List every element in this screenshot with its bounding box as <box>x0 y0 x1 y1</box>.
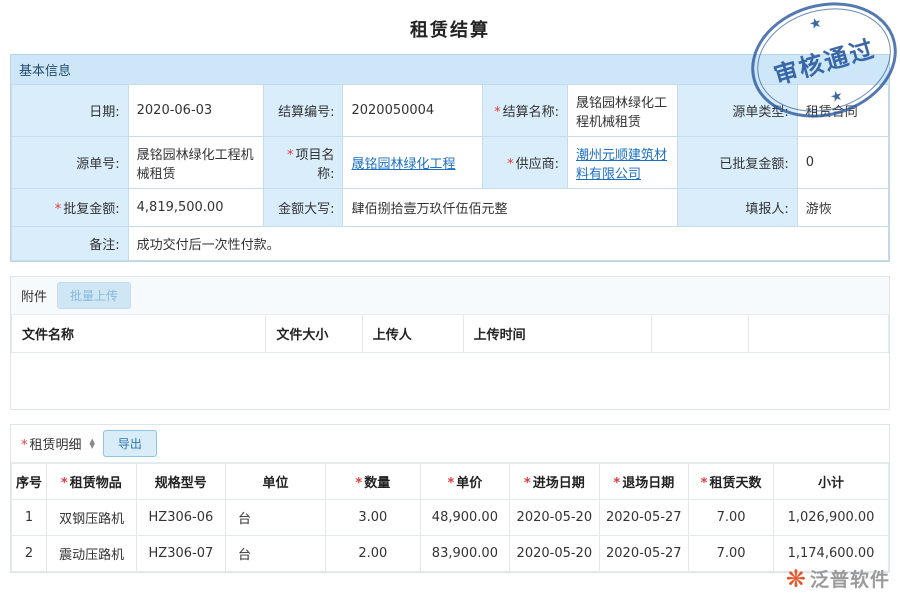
attachments-header: 附件 批量上传 <box>11 277 889 315</box>
reporter-value: 游恢 <box>797 189 888 227</box>
project-name-value: 晟铭园林绿化工程 <box>343 137 482 189</box>
attachments-empty-body <box>11 353 889 409</box>
col-item: *租赁物品 <box>47 464 136 500</box>
remark-value: 成功交付后一次性付款。 <box>128 227 888 261</box>
fanpu-logo-text: 泛普软件 <box>810 565 890 592</box>
table-row: 1 双钢压路机 HZ306-06 台 3.00 48,900.00 2020-0… <box>12 500 889 536</box>
col-days: *租赁天数 <box>689 464 774 500</box>
reporter-label: 填报人: <box>677 189 797 227</box>
rental-detail-table: 序号 *租赁物品 规格型号 单位 *数量 *单价 *进场日期 *退场日期 *租赁… <box>11 463 889 572</box>
basic-info-table: 日期: 2020-06-03 结算编号: 2020050004 *结算名称: 晟… <box>11 84 889 261</box>
settlement-name-label: *结算名称: <box>482 85 567 137</box>
approval-amount-label: *批复金额: <box>12 189 129 227</box>
date-label: 日期: <box>12 85 129 137</box>
col-in-date: *进场日期 <box>510 464 599 500</box>
cell-model: HZ306-07 <box>136 536 225 572</box>
attachments-section: 附件 批量上传 文件名称 文件大小 上传人 上传时间 <box>10 276 890 410</box>
col-seq: 序号 <box>12 464 47 500</box>
approved-amount-label: 已批复金额: <box>677 137 797 189</box>
cell-qty: 2.00 <box>325 536 420 572</box>
rental-detail-section: *租赁明细 ▲▼ 导出 序号 *租赁物品 规格型号 单位 *数量 *单价 *进场… <box>10 424 890 573</box>
vendor-watermark: ❋ 泛普软件 <box>786 565 890 592</box>
col-subtotal: 小计 <box>774 464 889 500</box>
cell-unit: 台 <box>225 500 325 536</box>
supplier-link[interactable]: 潮州元顺建筑材料有限公司 <box>576 148 667 182</box>
batch-upload-button[interactable]: 批量上传 <box>57 282 131 309</box>
attachments-table: 文件名称 文件大小 上传人 上传时间 <box>11 315 889 353</box>
cell-in-date: 2020-05-20 <box>510 536 599 572</box>
col-model: 规格型号 <box>136 464 225 500</box>
cell-days: 7.00 <box>689 536 774 572</box>
cell-model: HZ306-06 <box>136 500 225 536</box>
cell-seq: 1 <box>12 500 47 536</box>
attachments-title: 附件 <box>21 286 47 305</box>
cell-price: 83,900.00 <box>420 536 509 572</box>
cell-unit: 台 <box>225 536 325 572</box>
cell-item: 震动压路机 <box>47 536 136 572</box>
cell-price: 48,900.00 <box>420 500 509 536</box>
sort-icon[interactable]: ▲▼ <box>90 439 95 449</box>
table-row: 2 震动压路机 HZ306-07 台 2.00 83,900.00 2020-0… <box>12 536 889 572</box>
att-col-file-name: 文件名称 <box>12 315 266 353</box>
source-no-label: 源单号: <box>12 137 129 189</box>
cell-in-date: 2020-05-20 <box>510 500 599 536</box>
rental-detail-title: *租赁明细 <box>21 434 82 453</box>
source-no-value: 晟铭园林绿化工程机械租赁 <box>128 137 263 189</box>
stamp-text: 审核通过 <box>769 29 879 91</box>
project-link[interactable]: 晟铭园林绿化工程 <box>351 157 455 172</box>
att-col-file-size: 文件大小 <box>266 315 362 353</box>
att-col-empty <box>748 315 888 353</box>
settlement-no-label: 结算编号: <box>263 85 343 137</box>
export-button[interactable]: 导出 <box>103 430 157 457</box>
page: 租赁结算 ★ 审核通过 ★ 基本信息 日期: 2020-06-03 结算编号: … <box>0 0 900 600</box>
att-col-empty <box>652 315 748 353</box>
project-name-label: *项目名称: <box>263 137 343 189</box>
remark-label: 备注: <box>12 227 129 261</box>
date-value: 2020-06-03 <box>128 85 263 137</box>
cell-seq: 2 <box>12 536 47 572</box>
approved-amount-value: 0 <box>797 137 888 189</box>
col-out-date: *退场日期 <box>599 464 688 500</box>
col-unit: 单位 <box>225 464 325 500</box>
cell-qty: 3.00 <box>325 500 420 536</box>
col-qty: *数量 <box>325 464 420 500</box>
settlement-name-value: 晟铭园林绿化工程机械租赁 <box>567 85 677 137</box>
att-col-upload-time: 上传时间 <box>463 315 652 353</box>
supplier-value: 潮州元顺建筑材料有限公司 <box>567 137 677 189</box>
cell-out-date: 2020-05-27 <box>599 536 688 572</box>
amount-words-label: 金额大写: <box>263 189 343 227</box>
stamp-star-icon: ★ <box>828 88 844 107</box>
cell-out-date: 2020-05-27 <box>599 500 688 536</box>
cell-subtotal: 1,026,900.00 <box>774 500 889 536</box>
supplier-label: *供应商: <box>482 137 567 189</box>
cell-item: 双钢压路机 <box>47 500 136 536</box>
approval-amount-value: 4,819,500.00 <box>128 189 263 227</box>
att-col-uploader: 上传人 <box>362 315 463 353</box>
settlement-no-value: 2020050004 <box>343 85 482 137</box>
col-price: *单价 <box>420 464 509 500</box>
amount-words-value: 肆佰捌拾壹万玖仟伍佰元整 <box>343 189 677 227</box>
fanpu-logo-icon: ❋ <box>786 567 806 591</box>
rental-detail-header: *租赁明细 ▲▼ 导出 <box>11 425 889 463</box>
stamp-star-icon: ★ <box>807 14 823 33</box>
cell-days: 7.00 <box>689 500 774 536</box>
